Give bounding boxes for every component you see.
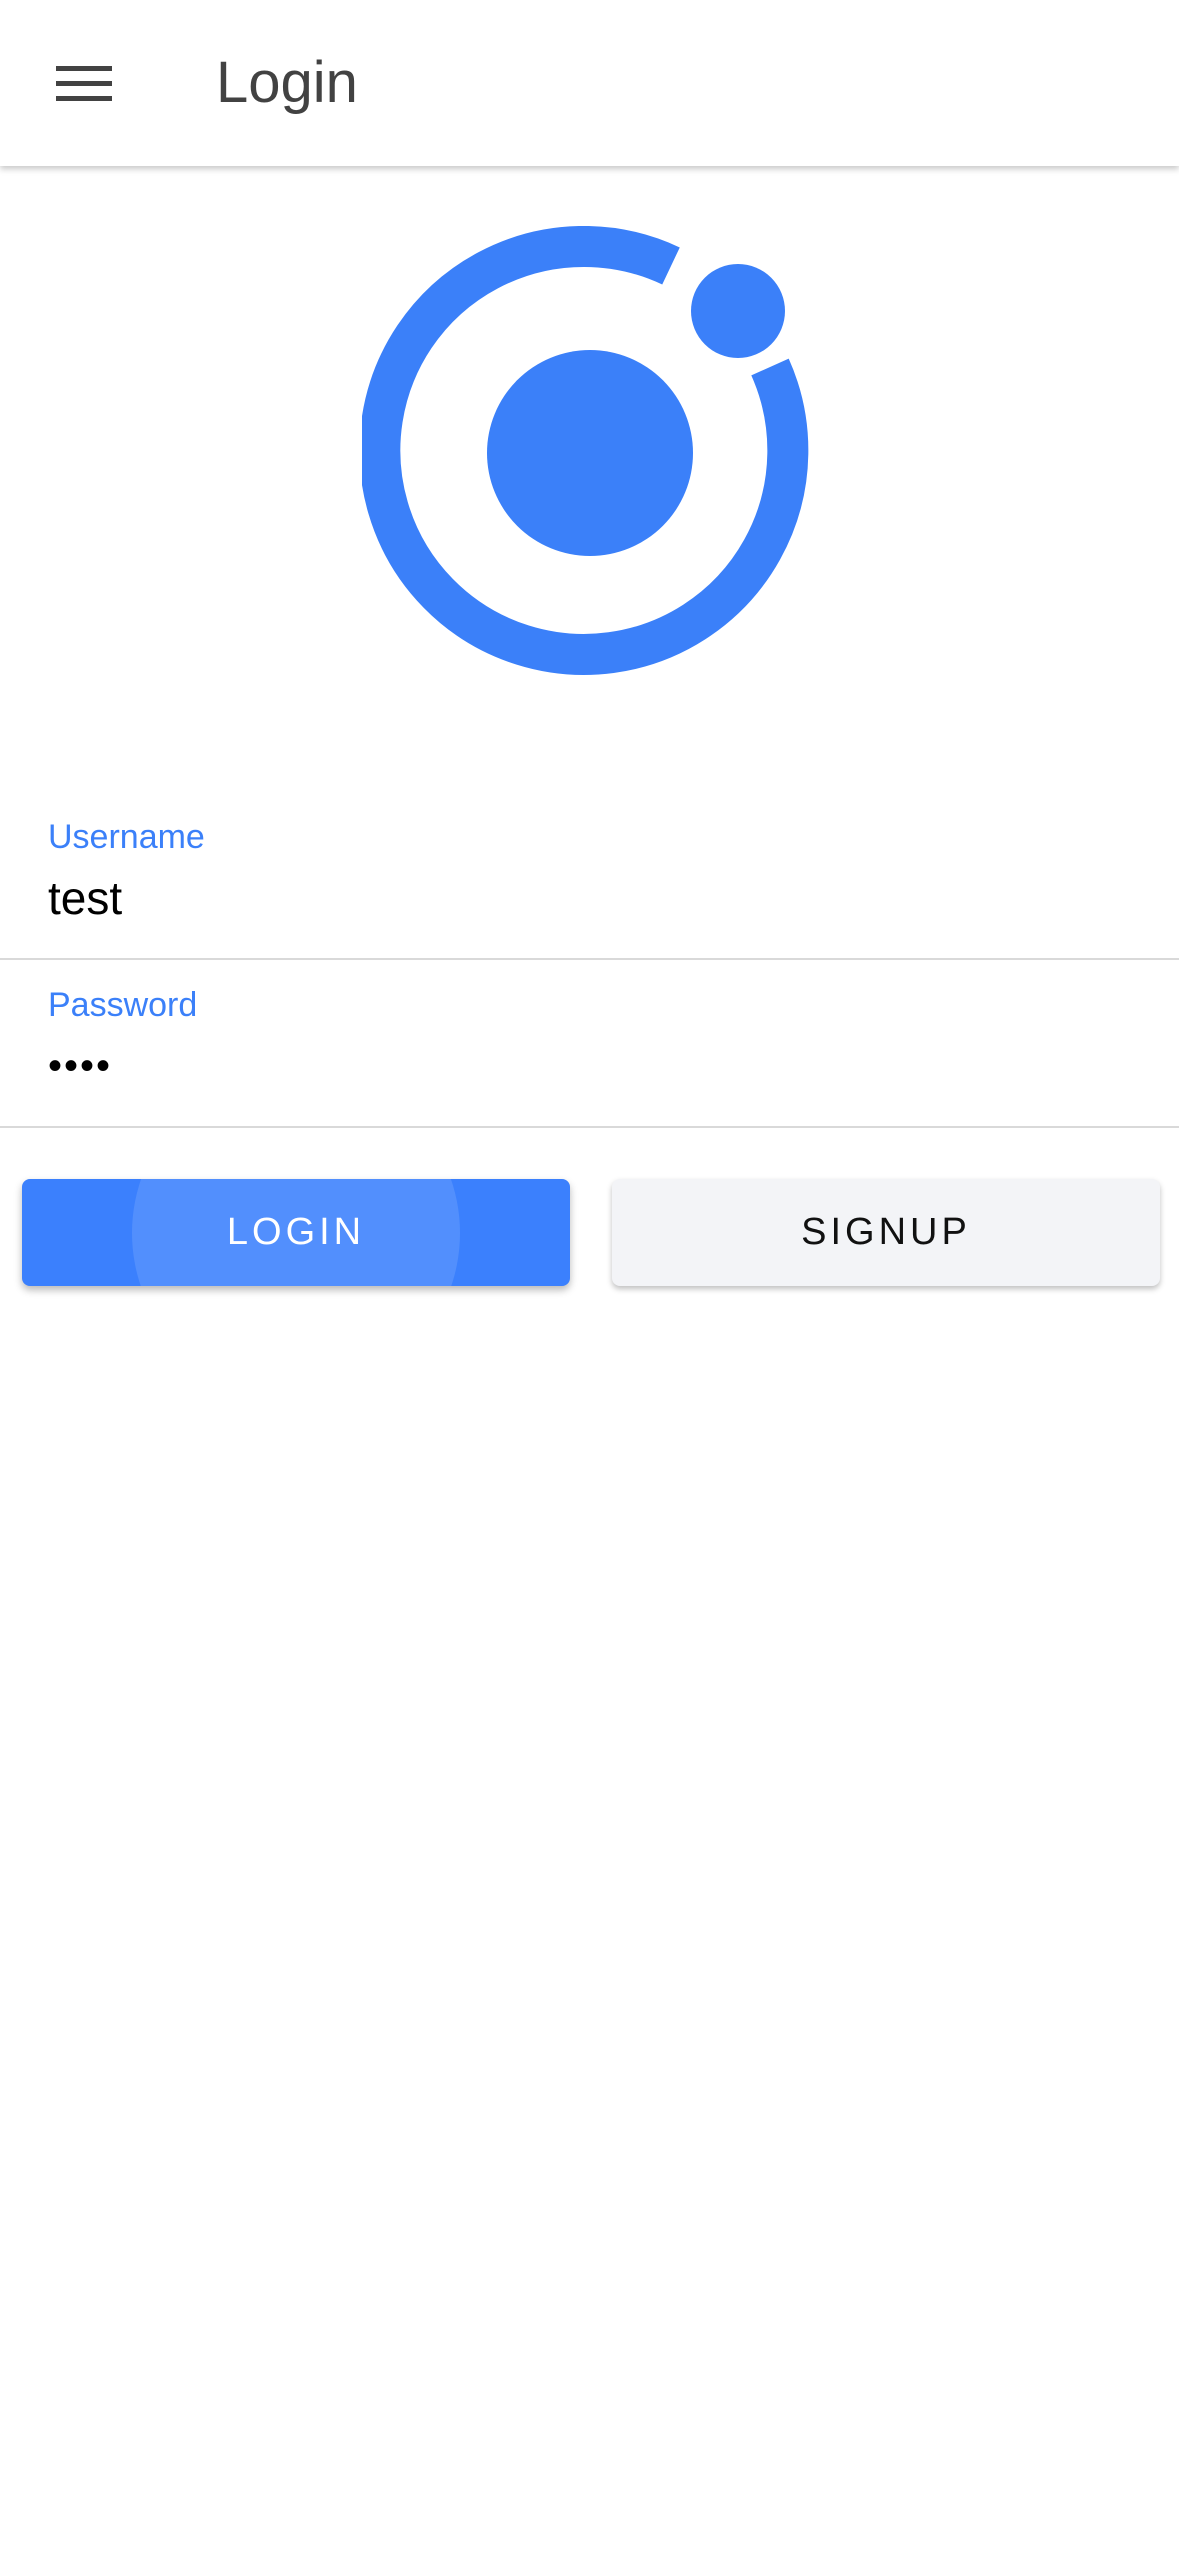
password-field: Password [0,958,1179,1128]
ionic-logo-icon [362,226,809,675]
page-title: Login [216,50,358,115]
login-button-label: LOGIN [226,1211,366,1253]
signup-button-label: SIGNUP [801,1211,971,1253]
password-input[interactable] [48,1036,1128,1096]
toolbar: Login [0,0,1179,166]
login-button[interactable]: LOGIN [22,1179,570,1286]
hamburger-menu-icon [56,66,112,101]
username-label: Username [48,818,205,856]
password-label: Password [48,986,198,1024]
username-input[interactable] [48,868,1128,928]
signup-button[interactable]: SIGNUP [612,1179,1160,1286]
username-field: Username [0,790,1179,960]
menu-button[interactable] [34,44,134,124]
